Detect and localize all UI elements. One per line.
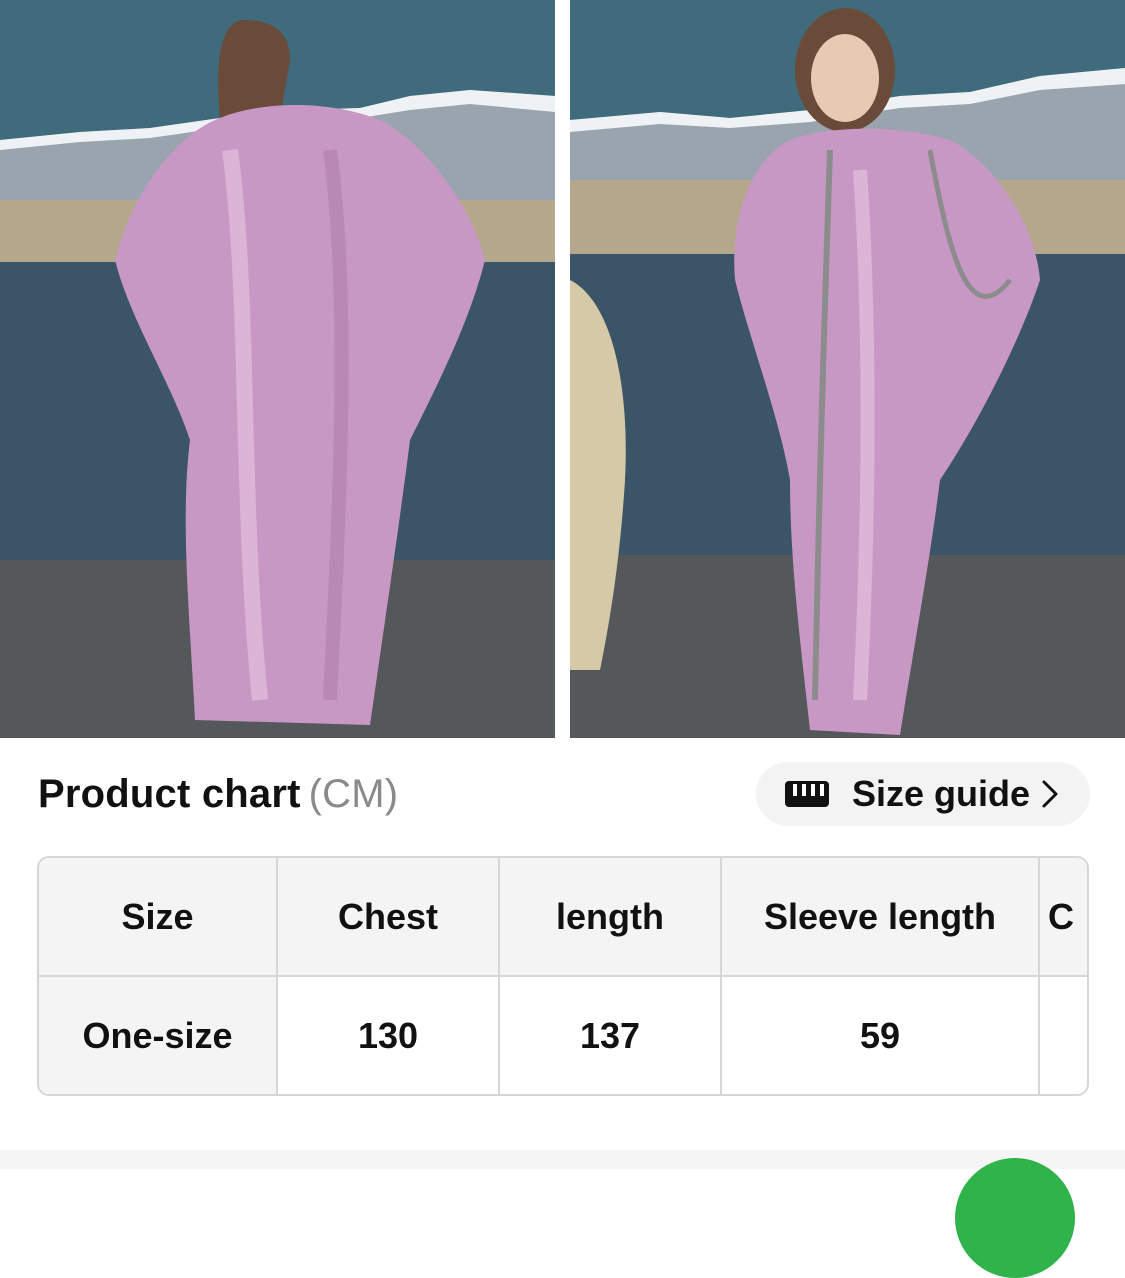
product-photo-back-image bbox=[0, 0, 555, 738]
chevron-right-icon bbox=[1042, 780, 1058, 808]
column-header-sleeve-length: Sleeve length bbox=[721, 858, 1040, 977]
table-header-row: Size Chest length Sleeve length C bbox=[39, 858, 1087, 977]
product-photo-front-image bbox=[570, 0, 1125, 738]
cell-truncated bbox=[1039, 976, 1087, 1094]
table-row: One-size 130 137 59 bbox=[39, 976, 1087, 1094]
ruler-icon bbox=[785, 781, 829, 807]
chart-unit-label: (CM) bbox=[308, 772, 399, 816]
column-header-chest: Chest bbox=[277, 858, 500, 977]
page-title: Product chart (CM) bbox=[38, 772, 398, 817]
floating-action-button[interactable] bbox=[955, 1158, 1075, 1278]
cell-chest: 130 bbox=[277, 976, 500, 1094]
product-chart-header: Product chart (CM) Size guide bbox=[38, 762, 1090, 826]
bottom-bar bbox=[0, 1150, 1125, 1169]
cell-length: 137 bbox=[499, 976, 722, 1094]
size-table: Size Chest length Sleeve length C One-si… bbox=[39, 858, 1087, 1094]
size-guide-button[interactable]: Size guide bbox=[756, 762, 1090, 826]
product-photo-front[interactable] bbox=[570, 0, 1125, 738]
size-guide-label: Size guide bbox=[852, 773, 1031, 814]
row-label-size: One-size bbox=[39, 976, 278, 1094]
product-gallery bbox=[0, 0, 1125, 738]
column-header-size: Size bbox=[39, 858, 278, 977]
product-photo-back[interactable] bbox=[0, 0, 555, 738]
size-table-container[interactable]: Size Chest length Sleeve length C One-si… bbox=[37, 856, 1089, 1096]
column-header-truncated: C bbox=[1039, 858, 1087, 977]
column-header-length: length bbox=[499, 858, 722, 977]
cell-sleeve-length: 59 bbox=[721, 976, 1040, 1094]
chart-title-text: Product chart bbox=[38, 772, 301, 816]
